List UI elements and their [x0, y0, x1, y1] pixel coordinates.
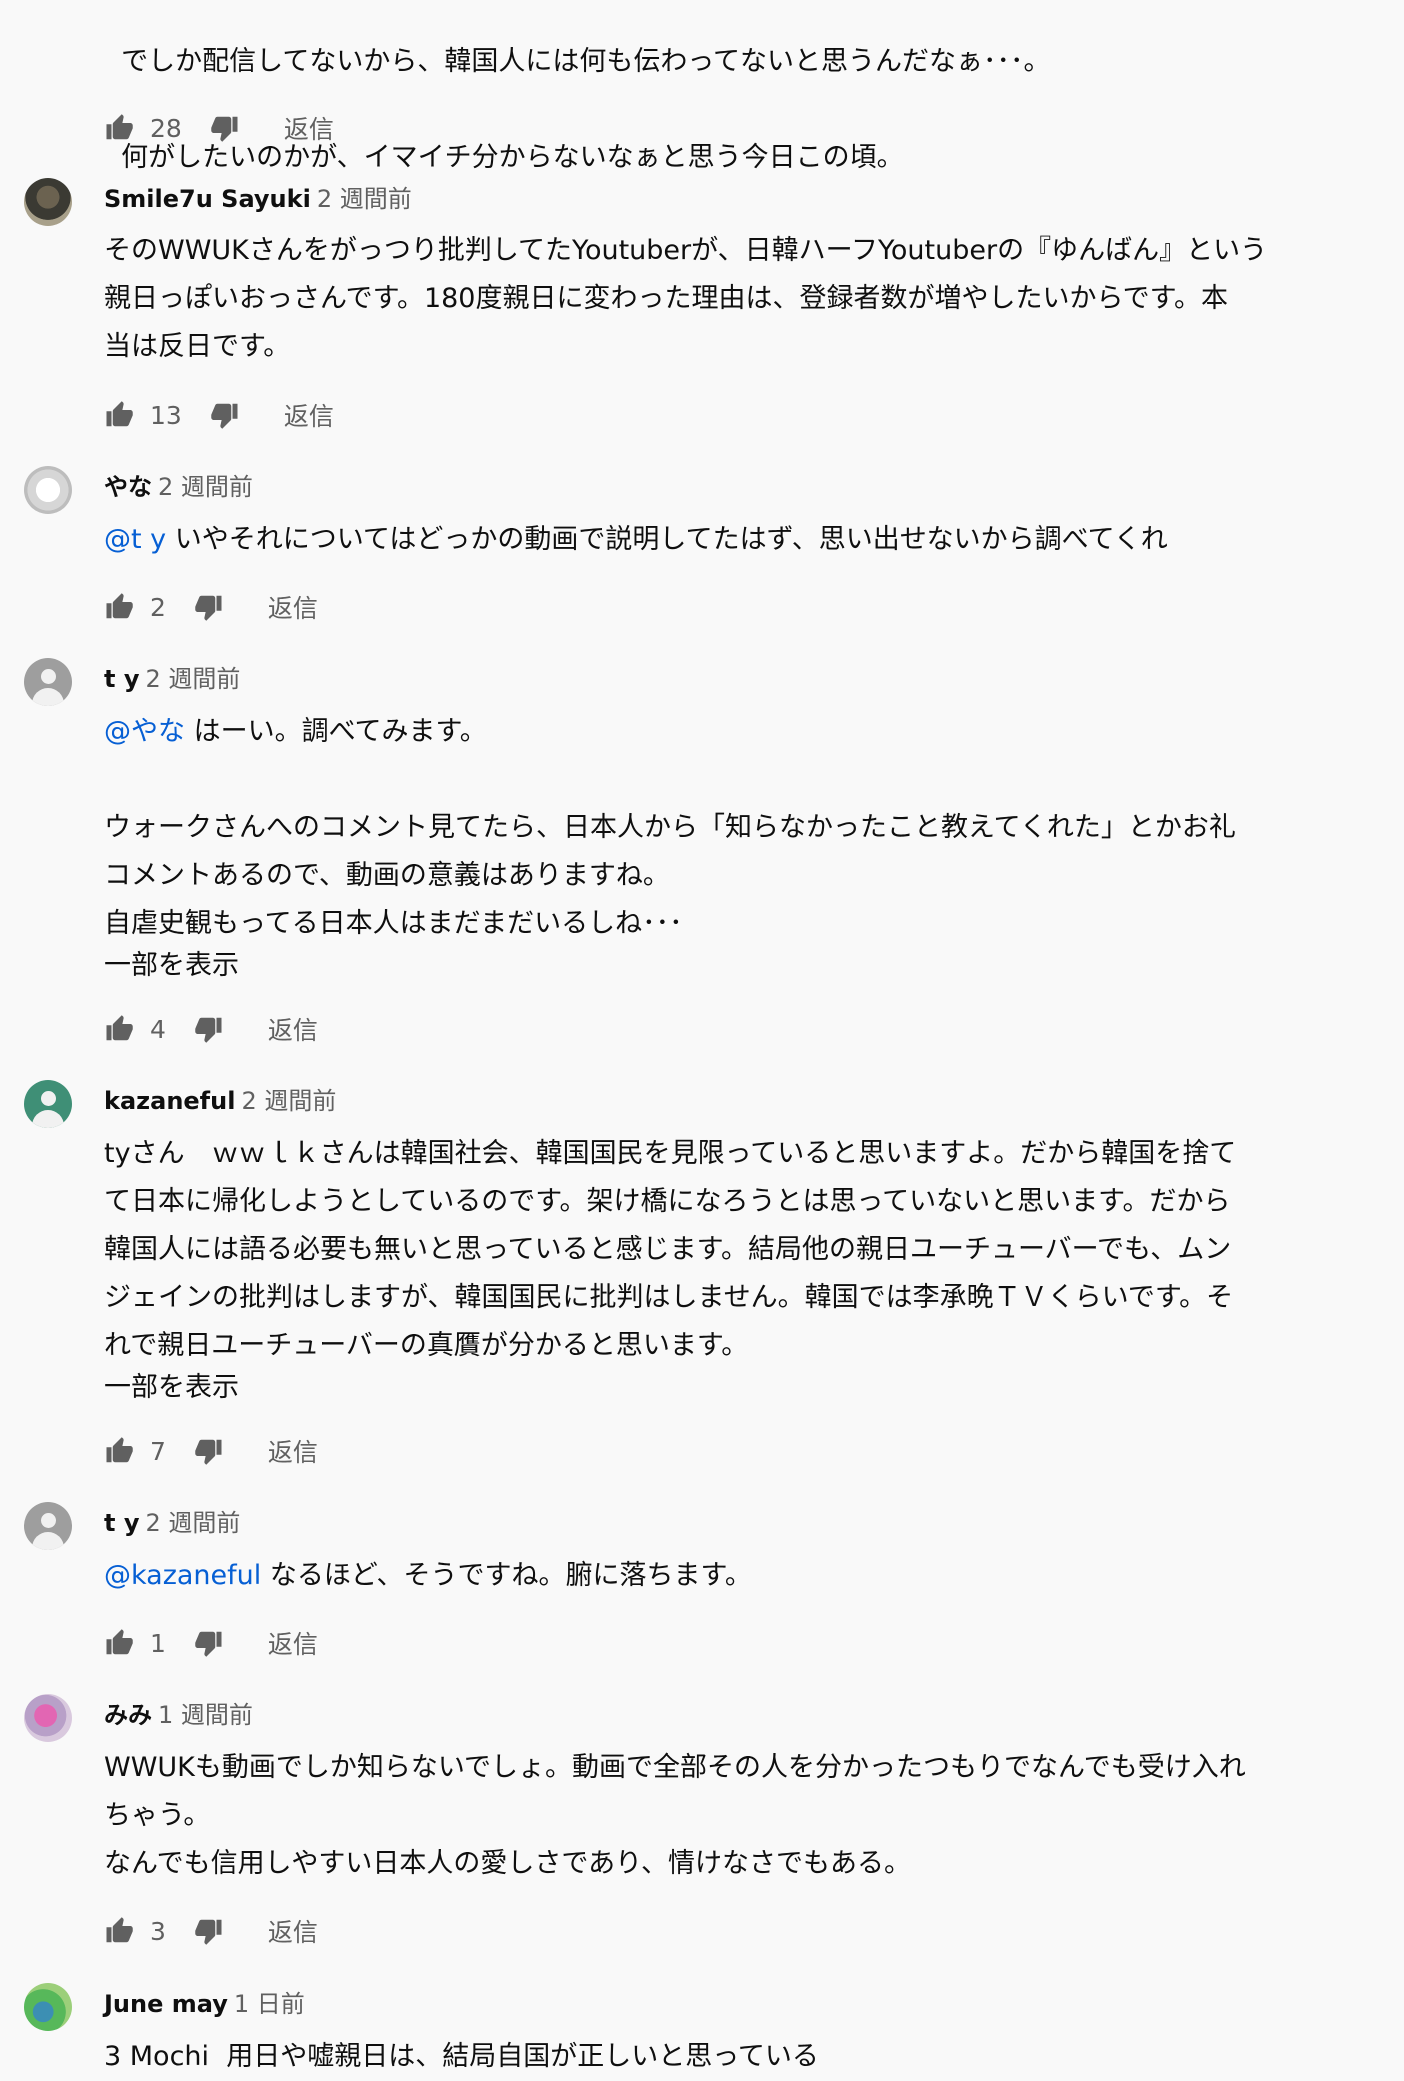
- like-count: 28: [150, 113, 182, 143]
- thumbs-down-icon[interactable]: [194, 1628, 224, 1658]
- avatar[interactable]: [24, 1694, 72, 1742]
- thumbs-up-icon[interactable]: [104, 1014, 134, 1044]
- thumbs-up-icon[interactable]: [104, 400, 134, 430]
- comment-actions: 4 返信: [104, 1009, 318, 1049]
- comment-author[interactable]: kazaneful: [104, 1087, 235, 1115]
- like-count: 13: [150, 400, 182, 430]
- thumbs-up-icon[interactable]: [104, 1916, 134, 1946]
- comment-actions: 7 返信: [104, 1431, 318, 1471]
- comment-text-content: はーい。調べてみます。 ウォークさんへのコメント見てたら、日本人から「知らなかっ…: [104, 716, 1236, 939]
- show-more-button[interactable]: 一部を表示: [104, 1368, 239, 1408]
- thumbs-down-icon[interactable]: [194, 592, 224, 622]
- thumbs-up-icon[interactable]: [104, 592, 134, 622]
- comment-text: でしか配信してないから、韓国人には何も伝わってないと思うんだなぁ･･･。 何がし…: [104, 0, 1284, 182]
- comment-line: でしか配信してないから、韓国人には何も伝わってないと思うんだなぁ･･･。: [121, 46, 1051, 77]
- reply-button[interactable]: 返信: [268, 589, 318, 625]
- comment-time[interactable]: 1 週間前: [158, 1701, 253, 1729]
- comment-time[interactable]: 1 日前: [234, 1990, 305, 2018]
- comment-header: kazaneful 2 週間前: [104, 1085, 336, 1117]
- comment-text-content: なるほど、そうですね。腑に落ちます。: [261, 1560, 752, 1591]
- comment-text: 3 Mochi 用日や嘘親日は、結局自国が正しいと思っている: [104, 2041, 819, 2072]
- avatar[interactable]: [24, 1080, 72, 1128]
- avatar[interactable]: [24, 1502, 72, 1550]
- comment-author[interactable]: t y: [104, 1509, 139, 1537]
- comment-header: みみ 1 週間前: [104, 1699, 253, 1731]
- comment-text: @t y いやそれについてはどっかの動画で説明してたはず、思い出せないから調べて…: [104, 516, 1284, 564]
- thumbs-down-icon[interactable]: [210, 113, 240, 143]
- comment-time[interactable]: 2 週間前: [145, 665, 240, 693]
- thumbs-up-icon[interactable]: [104, 113, 134, 143]
- comment-author[interactable]: やな: [104, 473, 152, 501]
- mention-link[interactable]: @kazaneful: [104, 1560, 261, 1591]
- reply-button[interactable]: 返信: [268, 1011, 318, 1047]
- reply-button[interactable]: 返信: [268, 1913, 318, 1949]
- comment-text: @kazaneful なるほど、そうですね。腑に落ちます。: [104, 1552, 1284, 1600]
- avatar[interactable]: [24, 1983, 72, 2031]
- comment-header: t y2 週間前: [104, 1507, 240, 1539]
- avatar[interactable]: [24, 466, 72, 514]
- thumbs-down-icon[interactable]: [194, 1916, 224, 1946]
- comment-actions: 28 返信: [104, 108, 334, 148]
- like-count: 7: [150, 1436, 166, 1466]
- comment-text: WWUKも動画でしか知らないでしょ。動画で全部その人を分かったつもりでなんでも受…: [104, 1752, 1246, 1879]
- reply-button[interactable]: 返信: [284, 397, 334, 433]
- like-count: 3: [150, 1916, 166, 1946]
- comment-header: Smile7u Sayuki 2 週間前: [104, 183, 412, 215]
- avatar[interactable]: [24, 658, 72, 706]
- like-count: 2: [150, 592, 166, 622]
- comment-header: やな 2 週間前: [104, 471, 253, 503]
- thumbs-up-icon[interactable]: [104, 1628, 134, 1658]
- like-count: 1: [150, 1628, 166, 1658]
- comment-actions: 3 返信: [104, 1911, 318, 1951]
- comment-actions: 13 返信: [104, 395, 334, 435]
- thumbs-down-icon[interactable]: [194, 1436, 224, 1466]
- comment-author[interactable]: みみ: [104, 1701, 152, 1729]
- comment-header: June may 1 日前: [104, 1988, 305, 2020]
- comment-actions: 1 返信: [104, 1623, 318, 1663]
- reply-button[interactable]: 返信: [284, 110, 334, 146]
- avatar[interactable]: [24, 178, 72, 226]
- comment-time[interactable]: 2 週間前: [317, 185, 412, 213]
- comment-header: t y2 週間前: [104, 663, 240, 695]
- comment-text: そのWWUKさんをがっつり批判してたYoutuberが、日韓ハーフYoutube…: [104, 235, 1268, 362]
- comment-time[interactable]: 2 週間前: [241, 1087, 336, 1115]
- like-count: 4: [150, 1014, 166, 1044]
- thumbs-up-icon[interactable]: [104, 1436, 134, 1466]
- comment-time[interactable]: 2 週間前: [145, 1509, 240, 1537]
- comment-text: tyさん ｗｗｌｋさんは韓国社会、韓国国民を見限っていると思いますよ。だから韓国…: [104, 1138, 1237, 1361]
- comment-author[interactable]: t y: [104, 665, 139, 693]
- reply-button[interactable]: 返信: [268, 1625, 318, 1661]
- comment-text: @やな はーい。調べてみます。 ウォークさんへのコメント見てたら、日本人から「知…: [104, 708, 1284, 948]
- thumbs-down-icon[interactable]: [210, 400, 240, 430]
- reply-button[interactable]: 返信: [268, 1433, 318, 1469]
- comment-author[interactable]: June may: [104, 1990, 228, 2018]
- mention-link[interactable]: @t y: [104, 524, 166, 555]
- comment-text-content: いやそれについてはどっかの動画で説明してたはず、思い出せないから調べてくれ: [166, 524, 1168, 555]
- thumbs-down-icon[interactable]: [194, 1014, 224, 1044]
- mention-link[interactable]: @やな: [104, 716, 185, 747]
- comment-time[interactable]: 2 週間前: [158, 473, 253, 501]
- show-more-button[interactable]: 一部を表示: [104, 946, 239, 986]
- comment-author[interactable]: Smile7u Sayuki: [104, 185, 311, 213]
- comment-actions: 2 返信: [104, 587, 318, 627]
